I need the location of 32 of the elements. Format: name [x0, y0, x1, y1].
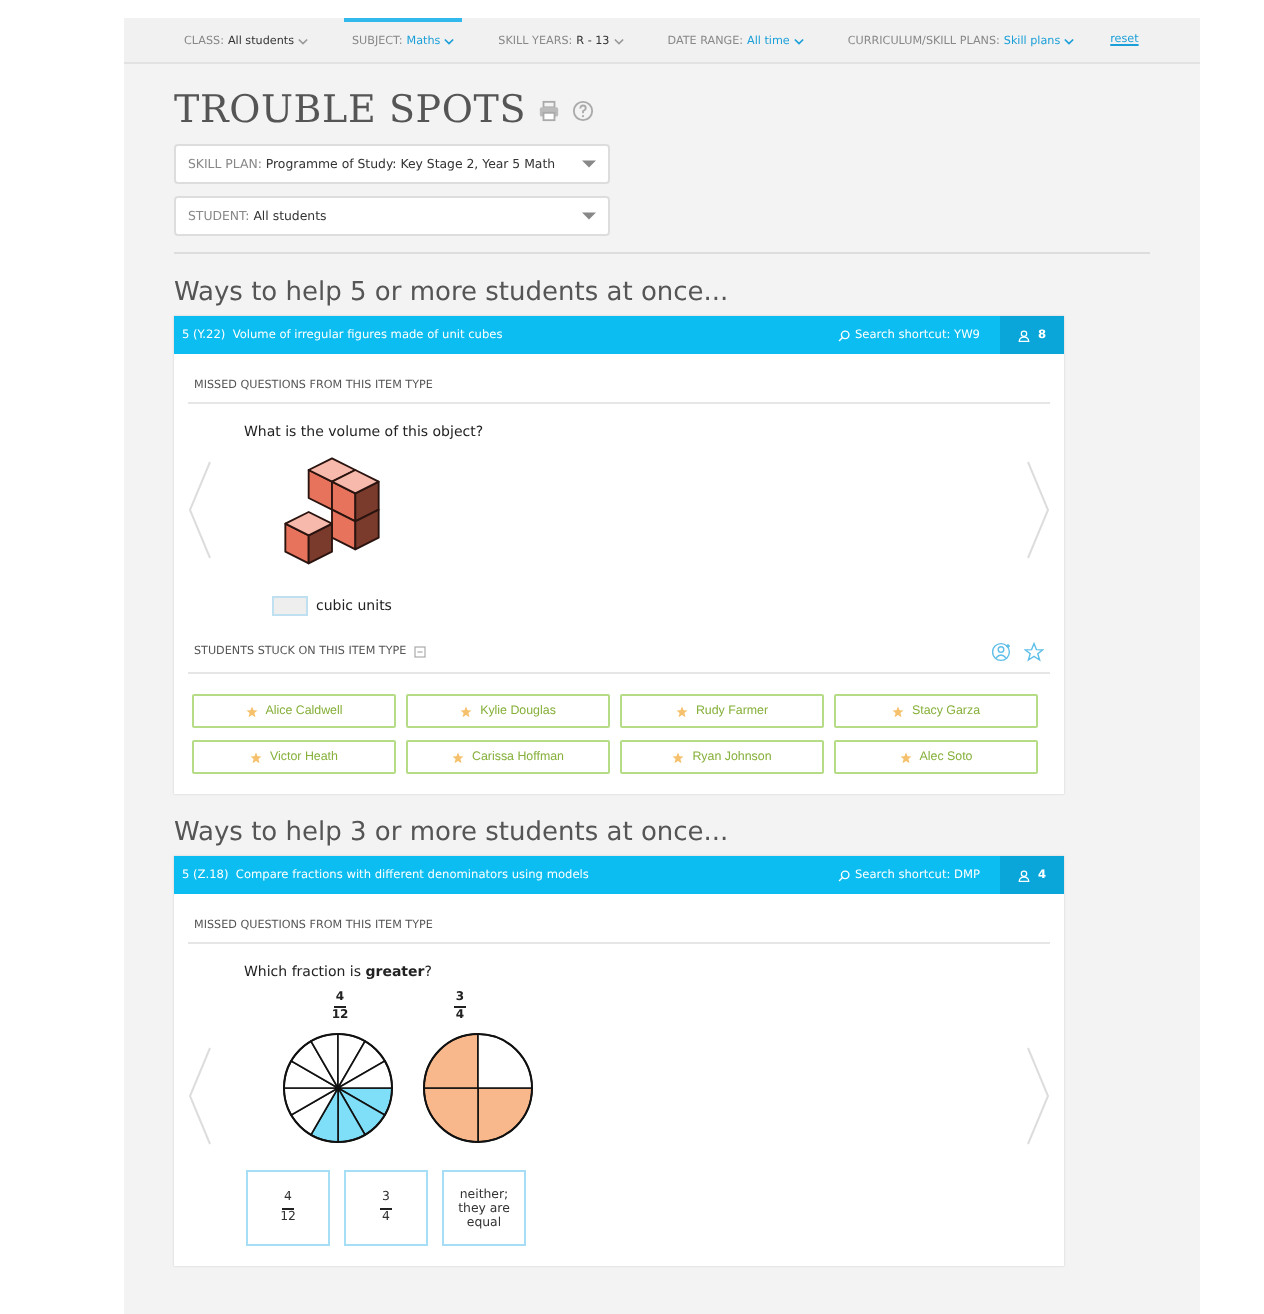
answer-field[interactable]	[272, 596, 308, 616]
star-icon	[1024, 642, 1044, 662]
star-icon	[460, 705, 473, 717]
caret-icon	[1064, 38, 1075, 46]
star-icon	[452, 751, 465, 763]
caret-icon	[793, 38, 804, 46]
star-icon	[675, 705, 688, 717]
caret-icon	[582, 212, 596, 220]
caret-icon	[297, 38, 308, 46]
person-icon	[1017, 329, 1030, 341]
chevron-left-icon	[188, 460, 212, 560]
person-icon	[1017, 869, 1030, 881]
caret-icon	[582, 160, 596, 168]
caret-icon	[613, 38, 624, 46]
collapse-icon	[414, 646, 427, 658]
printer-icon	[538, 99, 561, 121]
caret-icon	[444, 38, 455, 46]
add-student-icon	[992, 642, 1012, 662]
section-heading: Ways to help 5 or more students at once...	[174, 278, 731, 308]
chevron-right-icon	[1026, 1045, 1050, 1145]
help-icon	[572, 99, 595, 121]
page-title: TROUBLE SPOTS	[174, 88, 527, 132]
search-icon	[838, 869, 851, 881]
star-icon	[672, 751, 685, 763]
star-icon	[891, 705, 904, 717]
search-icon	[838, 329, 851, 341]
star-icon	[245, 705, 258, 717]
star-icon	[250, 751, 263, 763]
chevron-left-icon	[188, 1045, 212, 1145]
section-heading: Ways to help 3 or more students at once...	[174, 818, 731, 848]
star-icon	[899, 751, 912, 763]
chevron-right-icon	[1026, 460, 1050, 560]
